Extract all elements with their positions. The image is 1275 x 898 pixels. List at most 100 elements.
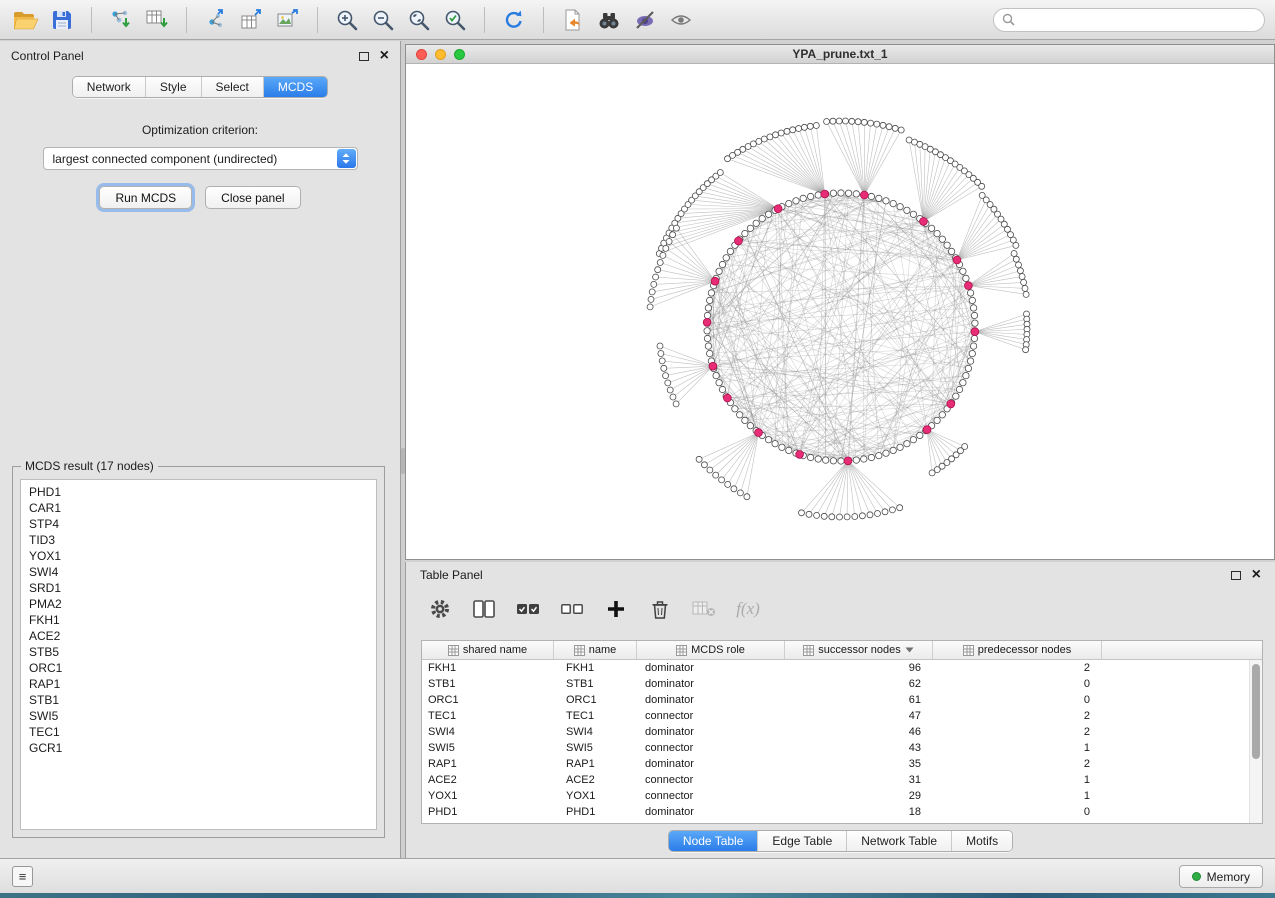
result-node[interactable]: SWI4 (21, 564, 376, 580)
float-panel-icon[interactable] (359, 52, 369, 61)
table-scrollbar-thumb[interactable] (1252, 664, 1260, 759)
tab-select[interactable]: Select (202, 77, 264, 97)
sort-arrow-icon[interactable] (905, 647, 914, 653)
function-builder-icon[interactable]: f(x) (736, 598, 760, 620)
table-row[interactable]: SWI4SWI4dominator462 (422, 724, 1249, 740)
tab-network-table[interactable]: Network Table (847, 831, 952, 851)
column-header-name[interactable]: name (554, 641, 637, 659)
delete-column-icon[interactable] (648, 598, 672, 620)
result-node[interactable]: STB1 (21, 692, 376, 708)
export-table-icon[interactable] (236, 5, 268, 35)
result-node[interactable]: YOX1 (21, 548, 376, 564)
optimization-criterion-select[interactable]: largest connected component (undirected) (43, 147, 358, 170)
result-node[interactable]: CAR1 (21, 500, 376, 516)
open-session-icon[interactable] (10, 5, 42, 35)
first-neighbors-icon[interactable] (593, 5, 625, 35)
table-scrollbar[interactable] (1249, 660, 1262, 823)
cell-shared-name: SWI4 (422, 726, 554, 738)
export-image-icon[interactable] (272, 5, 304, 35)
add-column-icon[interactable] (604, 598, 628, 620)
optimization-criterion-label: Optimization criterion: (0, 123, 400, 137)
tab-network[interactable]: Network (73, 77, 146, 97)
result-node[interactable]: STB5 (21, 644, 376, 660)
cell-predecessor-nodes: 2 (933, 662, 1102, 674)
table-settings-icon[interactable] (428, 598, 452, 620)
tab-node-table[interactable]: Node Table (669, 831, 759, 851)
deselect-all-icon[interactable] (560, 598, 584, 620)
zoom-in-icon[interactable] (331, 5, 363, 35)
result-node[interactable]: TEC1 (21, 724, 376, 740)
export-network-icon[interactable] (200, 5, 232, 35)
table-row[interactable]: RAP1RAP1dominator352 (422, 756, 1249, 772)
result-node[interactable]: SWI5 (21, 708, 376, 724)
import-network-icon[interactable] (105, 5, 137, 35)
clone-network-icon[interactable] (557, 5, 589, 35)
show-all-icon[interactable] (665, 5, 697, 35)
cell-shared-name: RAP1 (422, 758, 554, 770)
run-mcds-button[interactable]: Run MCDS (99, 186, 192, 209)
result-node[interactable]: FKH1 (21, 612, 376, 628)
float-table-panel-icon[interactable] (1231, 571, 1241, 580)
result-node[interactable]: GCR1 (21, 740, 376, 756)
result-node[interactable]: PMA2 (21, 596, 376, 612)
tab-mcds[interactable]: MCDS (264, 77, 327, 97)
table-row[interactable]: YOX1YOX1connector291 (422, 788, 1249, 804)
search-input[interactable] (1020, 13, 1256, 27)
cell-successor-nodes: 31 (785, 774, 933, 786)
tab-style[interactable]: Style (146, 77, 202, 97)
refresh-icon[interactable] (498, 5, 530, 35)
status-menu-icon[interactable]: ≡ (12, 866, 33, 887)
table-row[interactable]: FKH1FKH1dominator962 (422, 660, 1249, 676)
network-window-titlebar[interactable]: YPA_prune.txt_1 (406, 45, 1274, 64)
tab-edge-table[interactable]: Edge Table (758, 831, 847, 851)
hide-selected-icon[interactable] (629, 5, 661, 35)
result-node[interactable]: RAP1 (21, 676, 376, 692)
close-table-panel-icon[interactable]: × (1252, 570, 1261, 580)
column-header-MCDS-role[interactable]: MCDS role (637, 641, 785, 659)
table-row[interactable]: ACE2ACE2connector311 (422, 772, 1249, 788)
cell-shared-name: STB1 (422, 678, 554, 690)
result-node[interactable]: SRD1 (21, 580, 376, 596)
zoom-out-icon[interactable] (367, 5, 399, 35)
save-session-icon[interactable] (46, 5, 78, 35)
network-graph[interactable] (406, 64, 1274, 559)
table-row[interactable]: STB1STB1dominator620 (422, 676, 1249, 692)
cell-successor-nodes: 96 (785, 662, 933, 674)
table-row[interactable]: ORC1ORC1dominator610 (422, 692, 1249, 708)
table-row[interactable]: TEC1TEC1connector472 (422, 708, 1249, 724)
result-node[interactable]: PHD1 (21, 484, 376, 500)
result-node[interactable]: ACE2 (21, 628, 376, 644)
tab-motifs[interactable]: Motifs (952, 831, 1012, 851)
table-row[interactable]: PHD1PHD1dominator180 (422, 804, 1249, 820)
close-panel-icon[interactable]: × (380, 51, 389, 61)
zoom-fit-icon[interactable] (403, 5, 435, 35)
desktop-background (0, 893, 1275, 898)
close-panel-button[interactable]: Close panel (205, 186, 300, 209)
select-all-icon[interactable] (516, 598, 540, 620)
node-table: shared namenameMCDS rolesuccessor nodesp… (421, 640, 1263, 824)
network-canvas[interactable] (406, 64, 1274, 559)
window-close-icon[interactable] (416, 49, 427, 60)
memory-button[interactable]: Memory (1179, 865, 1263, 888)
cell-MCDS-role: connector (637, 790, 785, 802)
column-header-shared-name[interactable]: shared name (422, 641, 554, 659)
window-zoom-icon[interactable] (454, 49, 465, 60)
result-node[interactable]: ORC1 (21, 660, 376, 676)
column-header-filler (1102, 641, 1262, 659)
column-header-successor-nodes[interactable]: successor nodes (785, 641, 933, 659)
show-columns-icon[interactable] (472, 598, 496, 620)
result-node[interactable]: TID3 (21, 532, 376, 548)
zoom-selected-icon[interactable] (439, 5, 471, 35)
column-header-predecessor-nodes[interactable]: predecessor nodes (933, 641, 1102, 659)
mcds-result-box: MCDS result (17 nodes) PHD1CAR1STP4TID3Y… (12, 466, 385, 838)
import-table-icon[interactable] (141, 5, 173, 35)
result-node[interactable]: STP4 (21, 516, 376, 532)
mcds-result-list[interactable]: PHD1CAR1STP4TID3YOX1SWI4SRD1PMA2FKH1ACE2… (20, 479, 377, 830)
table-row[interactable]: SWI5SWI5connector431 (422, 740, 1249, 756)
search-field[interactable] (993, 8, 1265, 32)
cell-successor-nodes: 46 (785, 726, 933, 738)
window-minimize-icon[interactable] (435, 49, 446, 60)
delete-table-icon[interactable] (692, 598, 716, 620)
cell-predecessor-nodes: 2 (933, 758, 1102, 770)
cell-shared-name: SWI5 (422, 742, 554, 754)
